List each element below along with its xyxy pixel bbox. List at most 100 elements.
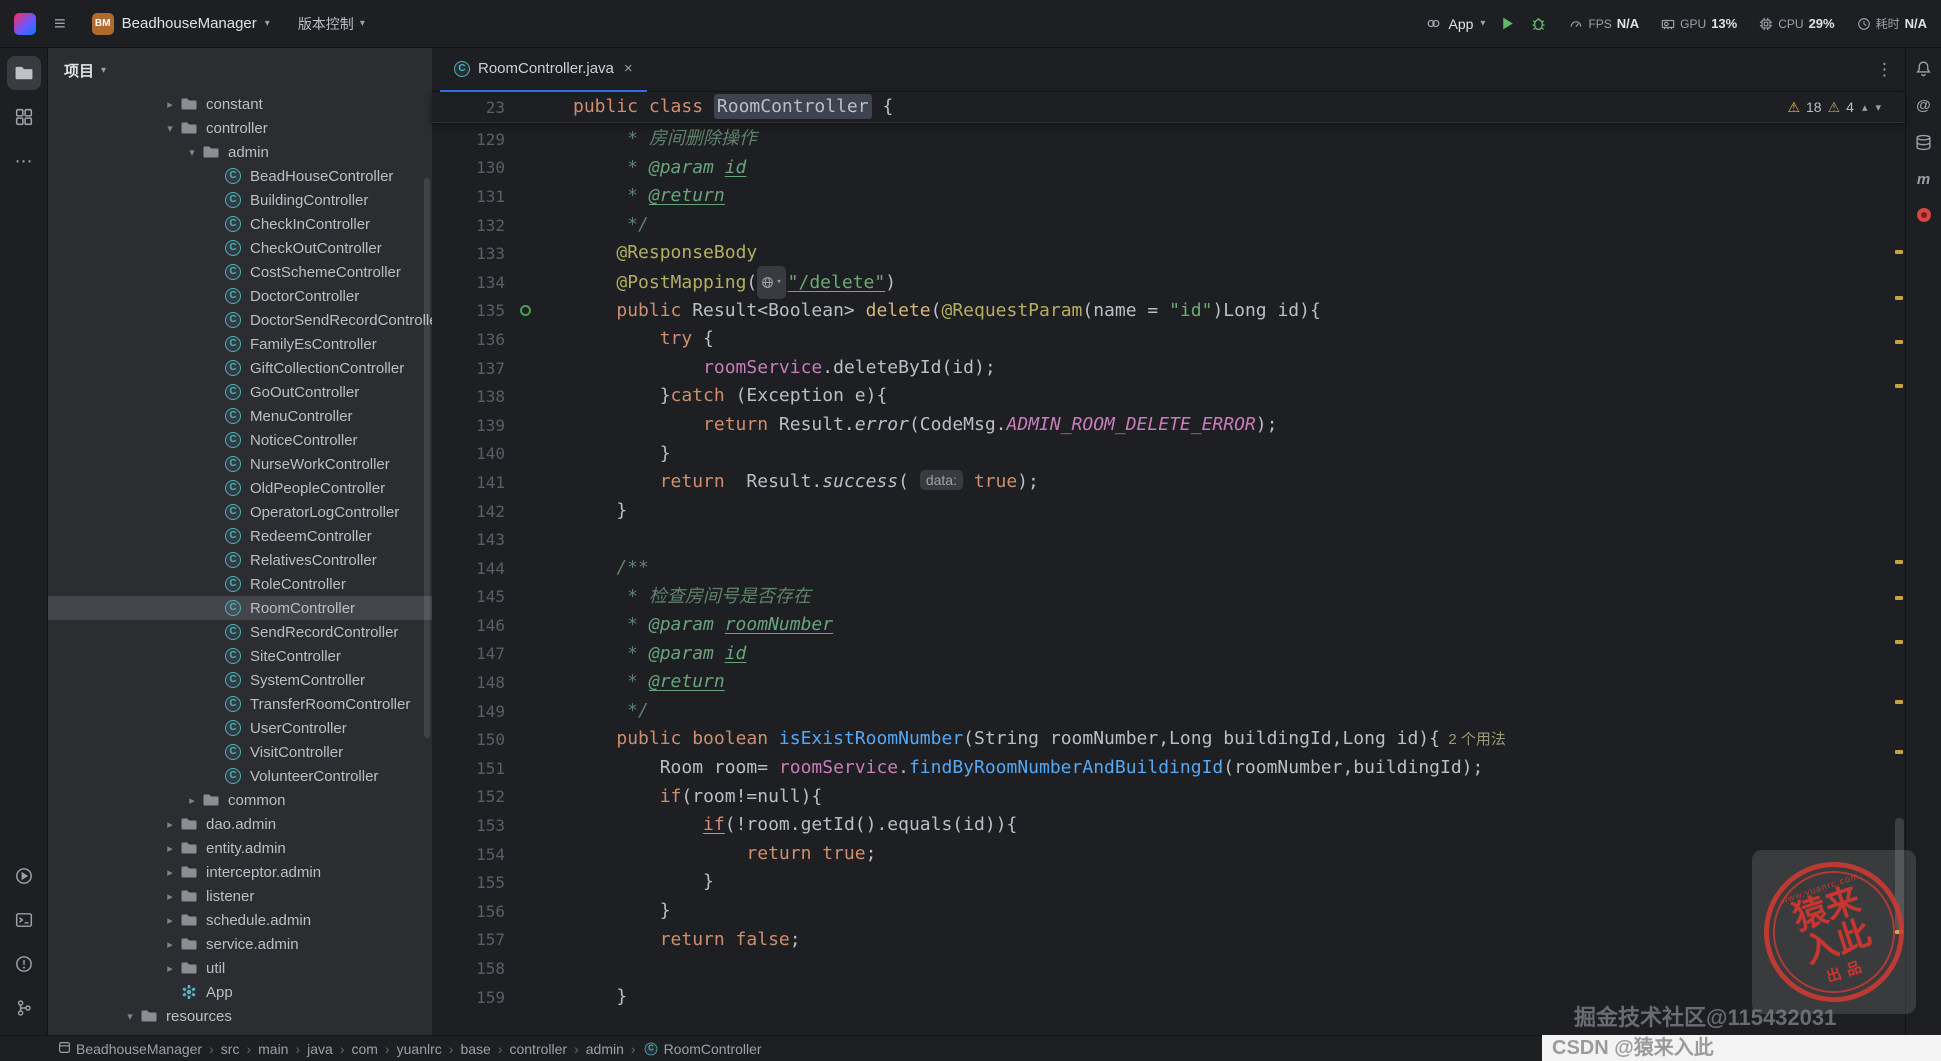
line-number[interactable]: 143 xyxy=(432,530,505,549)
tree-item-gooutcontroller[interactable]: C GoOutController xyxy=(48,380,432,404)
chevron-right-icon[interactable]: ▸ xyxy=(160,938,180,951)
line-number[interactable]: 140 xyxy=(432,444,505,463)
chevron-right-icon[interactable]: ▸ xyxy=(160,962,180,975)
project-selector[interactable]: BM BeadhouseManager ▾ xyxy=(84,9,278,39)
next-issue-icon[interactable]: ▾ xyxy=(1875,101,1881,114)
line-number[interactable]: 137 xyxy=(432,359,505,378)
line-number[interactable]: 135 xyxy=(432,301,505,320)
code-line[interactable]: 151 Room room= roomService.findByRoomNum… xyxy=(432,754,1905,783)
line-number[interactable]: 156 xyxy=(432,902,505,921)
tree-item-transferroomcontroller[interactable]: C TransferRoomController xyxy=(48,692,432,716)
line-number[interactable]: 150 xyxy=(432,730,505,749)
line-number[interactable]: 142 xyxy=(432,502,505,521)
breadcrumb-item-base[interactable]: base xyxy=(460,1041,490,1057)
tree-item-familyescontroller[interactable]: C FamilyEsController xyxy=(48,332,432,356)
line-number[interactable]: 145 xyxy=(432,587,505,606)
mentions-icon[interactable]: @ xyxy=(1916,97,1931,114)
code-line[interactable]: 156 } xyxy=(432,897,1905,926)
tree-item-dao.admin[interactable]: ▸ dao.admin xyxy=(48,812,432,836)
code-line[interactable]: 134 @PostMapping(▾ "/delete") xyxy=(432,265,1905,299)
code-editor[interactable]: 129 * 房间删除操作 130 * @param id 131 * @return… xyxy=(432,123,1905,1035)
more-tools-icon[interactable]: ⋯ xyxy=(7,144,41,178)
code-line[interactable]: 137 roomService.deleteById(id); xyxy=(432,354,1905,383)
code-line[interactable]: 153 if(!room.getId().equals(id)){ xyxy=(432,811,1905,840)
line-number[interactable]: 141 xyxy=(432,473,505,492)
tree-item-common[interactable]: ▸ common xyxy=(48,788,432,812)
line-number[interactable]: 152 xyxy=(432,787,505,806)
warning-stripe-mark[interactable] xyxy=(1895,250,1903,254)
line-number[interactable]: 147 xyxy=(432,644,505,663)
breadcrumb-item-java[interactable]: java xyxy=(307,1041,333,1057)
warning-stripe-mark[interactable] xyxy=(1895,296,1903,300)
breadcrumb-item-admin[interactable]: admin xyxy=(586,1041,624,1057)
line-number[interactable]: 149 xyxy=(432,702,505,721)
run-config-selector[interactable]: App ▾ xyxy=(1426,16,1485,32)
tree-item-admin[interactable]: ▾ admin xyxy=(48,140,432,164)
tree-item-relativescontroller[interactable]: C RelativesController xyxy=(48,548,432,572)
tree-scrollbar[interactable] xyxy=(424,178,430,738)
code-line[interactable]: 139 return Result.error(CodeMsg.ADMIN_RO… xyxy=(432,411,1905,440)
run-tool-icon[interactable] xyxy=(7,859,41,893)
code-line[interactable]: 144 /** xyxy=(432,554,1905,583)
tree-item-noticecontroller[interactable]: C NoticeController xyxy=(48,428,432,452)
warning-stripe-mark[interactable] xyxy=(1895,640,1903,644)
tree-item-sendrecordcontroller[interactable]: C SendRecordController xyxy=(48,620,432,644)
chevron-right-icon[interactable]: ▸ xyxy=(160,98,180,111)
breadcrumb-item-beadhousemanager[interactable]: BeadhouseManager xyxy=(58,1041,202,1057)
chevron-right-icon[interactable]: ▸ xyxy=(160,866,180,879)
tree-item-volunteercontroller[interactable]: C VolunteerController xyxy=(48,764,432,788)
code-line[interactable]: 152 if(room!=null){ xyxy=(432,783,1905,812)
tree-item-listener[interactable]: ▸ listener xyxy=(48,884,432,908)
chevron-right-icon[interactable]: ▸ xyxy=(160,842,180,855)
tree-item-nurseworkcontroller[interactable]: C NurseWorkController xyxy=(48,452,432,476)
line-number[interactable]: 158 xyxy=(432,959,505,978)
code-line[interactable]: 145 * 检查房间号是否存在 xyxy=(432,583,1905,612)
code-line[interactable]: 157 return false; xyxy=(432,926,1905,955)
maven-icon[interactable]: m xyxy=(1917,171,1930,188)
tree-item-resources[interactable]: ▾ resources xyxy=(48,1004,432,1028)
chevron-down-icon[interactable]: ▾ xyxy=(182,146,202,159)
code-line[interactable]: 141 return Result.success( data: true); xyxy=(432,468,1905,497)
tree-item-checkincontroller[interactable]: C CheckInController xyxy=(48,212,432,236)
chevron-right-icon[interactable]: ▸ xyxy=(160,914,180,927)
code-line[interactable]: 135 public Result<Boolean> delete(@Reque… xyxy=(432,297,1905,326)
code-line[interactable]: 146 * @param roomNumber xyxy=(432,611,1905,640)
chevron-down-icon[interactable]: ▾ xyxy=(120,1010,140,1023)
line-number[interactable]: 144 xyxy=(432,559,505,578)
tree-item-buildingcontroller[interactable]: C BuildingController xyxy=(48,188,432,212)
close-icon[interactable]: × xyxy=(624,60,633,77)
code-line[interactable]: 136 try { xyxy=(432,325,1905,354)
structure-tool-icon[interactable] xyxy=(7,100,41,134)
line-number[interactable]: 139 xyxy=(432,416,505,435)
code-line[interactable]: 158 xyxy=(432,954,1905,983)
code-line[interactable]: 147 * @param id xyxy=(432,640,1905,669)
url-mapping-inlay[interactable]: ▾ xyxy=(757,265,786,299)
tree-item-rolecontroller[interactable]: C RoleController xyxy=(48,572,432,596)
spring-bean-icon[interactable] xyxy=(519,305,531,317)
tree-item-sitecontroller[interactable]: C SiteController xyxy=(48,644,432,668)
tree-item-beadhousecontroller[interactable]: C BeadHouseController xyxy=(48,164,432,188)
line-number[interactable]: 132 xyxy=(432,216,505,235)
code-line[interactable]: 142 } xyxy=(432,497,1905,526)
code-line[interactable]: 148 * @return xyxy=(432,668,1905,697)
tree-item-redeemcontroller[interactable]: C RedeemController xyxy=(48,524,432,548)
breadcrumb-item-com[interactable]: com xyxy=(352,1041,378,1057)
run-button[interactable] xyxy=(1499,15,1516,32)
code-line[interactable]: 133 @ResponseBody xyxy=(432,239,1905,268)
tree-item-interceptor.admin[interactable]: ▸ interceptor.admin xyxy=(48,860,432,884)
code-line[interactable]: 149 */ xyxy=(432,697,1905,726)
tree-item-systemcontroller[interactable]: C SystemController xyxy=(48,668,432,692)
tree-item-constant[interactable]: ▸ constant xyxy=(48,92,432,116)
line-number[interactable]: 136 xyxy=(432,330,505,349)
breadcrumb-item-controller[interactable]: controller xyxy=(509,1041,567,1057)
line-number[interactable]: 157 xyxy=(432,930,505,949)
line-number[interactable]: 153 xyxy=(432,816,505,835)
warning-stripe-mark[interactable] xyxy=(1895,384,1903,388)
tree-item-visitcontroller[interactable]: C VisitController xyxy=(48,740,432,764)
line-number[interactable]: 155 xyxy=(432,873,505,892)
chevron-right-icon[interactable]: ▸ xyxy=(160,890,180,903)
line-number[interactable]: 154 xyxy=(432,845,505,864)
code-line[interactable]: 155 } xyxy=(432,868,1905,897)
code-line[interactable]: 131 * @return xyxy=(432,182,1905,211)
project-tool-icon[interactable] xyxy=(6,56,41,90)
